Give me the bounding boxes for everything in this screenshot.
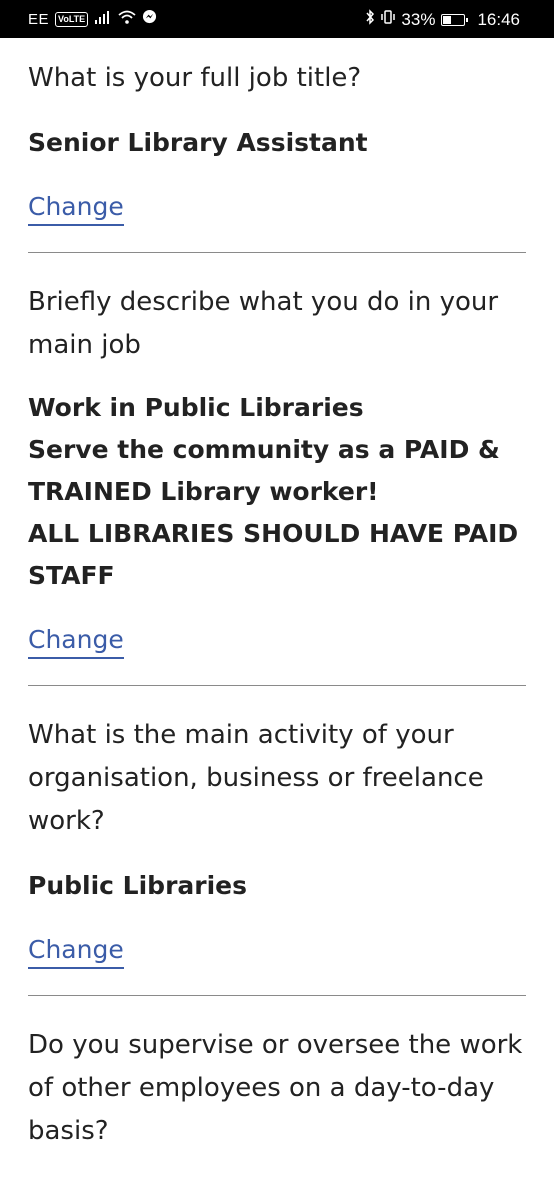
summary-row-job-title: What is your full job title? Senior Libr… <box>28 38 526 252</box>
question-job-title: What is your full job title? <box>28 63 362 93</box>
carrier-label: EE <box>28 10 50 28</box>
volte-badge: VoLTE <box>55 11 89 27</box>
change-job-title-link[interactable]: Change <box>28 190 124 226</box>
clock-time: 16:46 <box>477 9 520 29</box>
answer-job-description: Work in Public Libraries Serve the commu… <box>28 393 519 590</box>
change-main-activity-link[interactable]: Change <box>28 933 124 969</box>
summary-row-supervise: Do you supervise or oversee the work of … <box>28 996 526 1153</box>
answer-job-title: Senior Library Assistant <box>28 128 368 157</box>
wifi-icon <box>118 9 136 29</box>
vibrate-icon <box>381 9 396 30</box>
question-main-activity: What is the main activity of your organi… <box>28 720 484 836</box>
answer-main-activity: Public Libraries <box>28 871 248 900</box>
summary-row-job-description: Briefly describe what you do in your mai… <box>28 253 526 685</box>
summary-row-main-activity: What is the main activity of your organi… <box>28 686 526 995</box>
signal-icon <box>94 9 112 29</box>
change-job-description-link[interactable]: Change <box>28 623 124 659</box>
status-bar: EE VoLTE 33% 16:46 <box>0 0 554 38</box>
bluetooth-icon <box>365 9 375 30</box>
messenger-icon <box>142 9 157 29</box>
status-bar-right: 33% 16:46 <box>365 9 520 30</box>
answers-summary: What is your full job title? Senior Libr… <box>28 38 526 1153</box>
question-job-description: Briefly describe what you do in your mai… <box>28 287 499 360</box>
battery-percent: 33% <box>401 9 436 29</box>
battery-icon <box>441 13 469 26</box>
status-bar-left: EE VoLTE <box>28 9 157 29</box>
question-supervise: Do you supervise or oversee the work of … <box>28 1030 523 1146</box>
